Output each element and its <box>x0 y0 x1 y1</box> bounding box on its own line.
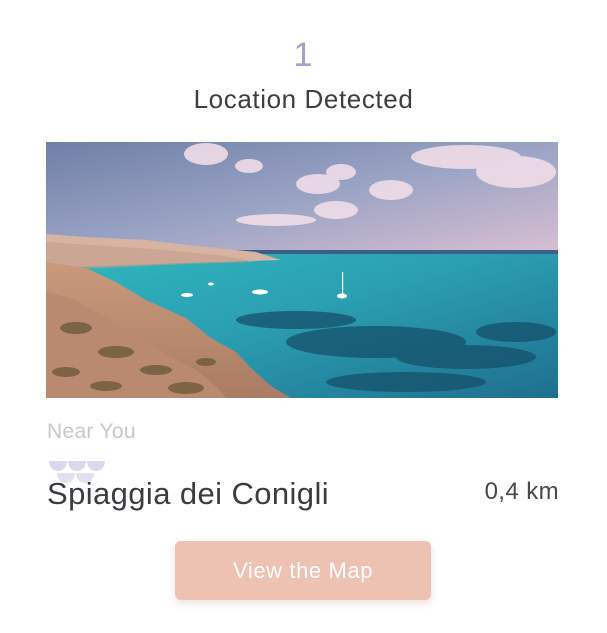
near-you-label: Near You <box>47 420 136 443</box>
location-count: 1 <box>293 36 314 74</box>
location-photo <box>46 142 558 398</box>
view-map-button[interactable]: View the Map <box>175 541 431 600</box>
distance-value: 0,4 km <box>484 478 559 505</box>
page-title: Location Detected <box>193 84 414 114</box>
place-name: Spiaggia dei Conigli <box>47 476 330 511</box>
